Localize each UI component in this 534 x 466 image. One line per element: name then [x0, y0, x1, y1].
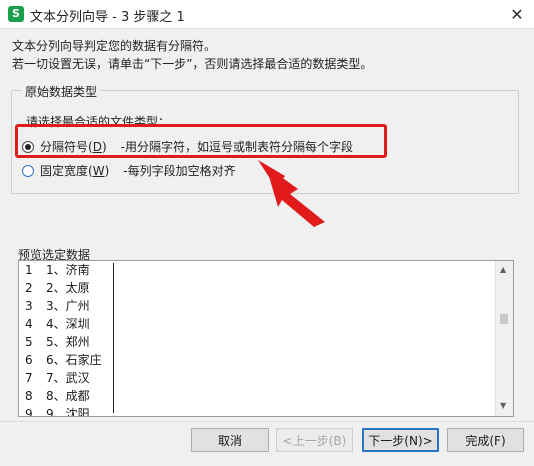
row-number: 7 — [25, 371, 33, 385]
preview-row-numbers: 1 2 3 4 5 6 7 8 9 — [19, 261, 41, 417]
row-number: 9 — [25, 407, 33, 417]
column-separator — [113, 263, 114, 413]
next-button[interactable]: 下一步(N)> — [362, 428, 439, 452]
list-item: 5、郑州 — [46, 335, 90, 349]
finish-button[interactable]: 完成(F) — [447, 428, 524, 452]
list-item: 7、武汉 — [46, 371, 90, 385]
app-logo-icon: S — [8, 6, 24, 22]
annotation-highlight-box — [15, 124, 387, 158]
scroll-down-icon[interactable]: ▼ — [500, 401, 506, 410]
radio-fixed-width-label: 固定宽度(W) — [40, 164, 110, 178]
list-item: 9、沈阳 — [46, 407, 90, 417]
description-line-2: 若一切设置无误，请单击“下一步”，否则请选择最合适的数据类型。 — [12, 57, 373, 71]
groupbox-legend: 原始数据类型 — [22, 83, 101, 100]
list-item: 2、太原 — [46, 281, 90, 295]
row-number: 5 — [25, 335, 33, 349]
row-number: 3 — [25, 299, 33, 313]
list-item: 3、广州 — [46, 299, 90, 313]
title-bar: S 文本分列向导 - 3 步骤之 1 ✕ — [0, 0, 534, 29]
preview-row-values: 1、济南 2、太原 3、广州 4、深圳 5、郑州 6、石家庄 7、武汉 8、成都… — [46, 261, 102, 417]
row-number: 4 — [25, 317, 33, 331]
vertical-scrollbar[interactable]: ▲ ▼ — [495, 261, 513, 416]
radio-fixed-width-description: -每列字段加空格对齐 — [123, 164, 236, 178]
description-line-1: 文本分列向导判定您的数据有分隔符。 — [12, 39, 217, 53]
window-title: 文本分列向导 - 3 步骤之 1 — [30, 10, 185, 25]
preview-list[interactable]: 1 2 3 4 5 6 7 8 9 1、济南 2、太原 3、广州 4、深圳 5、… — [18, 260, 514, 417]
cancel-button[interactable]: 取消 — [191, 428, 269, 452]
back-button[interactable]: <上一步(B) — [276, 428, 353, 452]
scroll-thumb[interactable] — [500, 314, 508, 324]
list-item: 4、深圳 — [46, 317, 90, 331]
list-item: 1、济南 — [46, 263, 90, 277]
row-number: 2 — [25, 281, 33, 295]
footer-divider — [0, 421, 534, 422]
radio-fixed-width[interactable]: 固定宽度(W) -每列字段加空格对齐 — [22, 162, 236, 179]
close-button[interactable]: ✕ — [500, 0, 534, 28]
scroll-up-icon[interactable]: ▲ — [500, 265, 506, 274]
close-icon: ✕ — [510, 4, 524, 24]
radio-fixed-width-indicator[interactable] — [22, 164, 34, 177]
list-item: 8、成都 — [46, 389, 90, 403]
list-item: 6、石家庄 — [46, 353, 102, 367]
row-number: 8 — [25, 389, 33, 403]
row-number: 6 — [25, 353, 33, 367]
row-number: 1 — [25, 263, 33, 277]
